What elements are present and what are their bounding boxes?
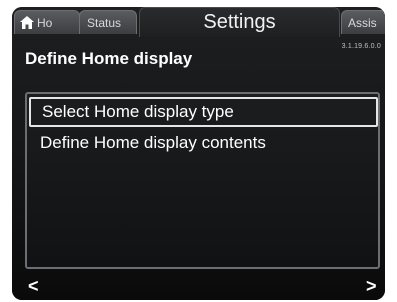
tab-settings-label: Settings [203, 11, 276, 33]
menu-item-select-home-display-type[interactable]: Select Home display type [29, 97, 378, 127]
tab-assist[interactable]: Assis [341, 10, 385, 34]
menu-item-define-home-display-contents[interactable]: Define Home display contents [29, 128, 378, 158]
tab-status[interactable]: Status [79, 10, 137, 34]
menu-list: Select Home display type Define Home dis… [25, 92, 380, 269]
tab-home[interactable]: Ho [14, 10, 80, 34]
chevron-left-icon[interactable]: < [28, 277, 39, 295]
tab-home-label: Ho [37, 16, 53, 30]
chevron-right-icon[interactable]: > [366, 277, 377, 295]
tab-bar: Ho Status Settings Assis [12, 7, 385, 41]
home-icon [20, 16, 34, 29]
tab-status-label: Status [87, 16, 122, 30]
page-title: Define Home display [25, 49, 193, 68]
version-number: 3.1.19.6.0.0 [341, 43, 381, 50]
tab-settings[interactable]: Settings [139, 7, 340, 37]
device-frame: Ho Status Settings Assis 3.1.19.6.0.0 De… [12, 7, 385, 300]
tab-assist-label: Assis [348, 16, 377, 30]
screen: Ho Status Settings Assis 3.1.19.6.0.0 De… [12, 7, 385, 300]
